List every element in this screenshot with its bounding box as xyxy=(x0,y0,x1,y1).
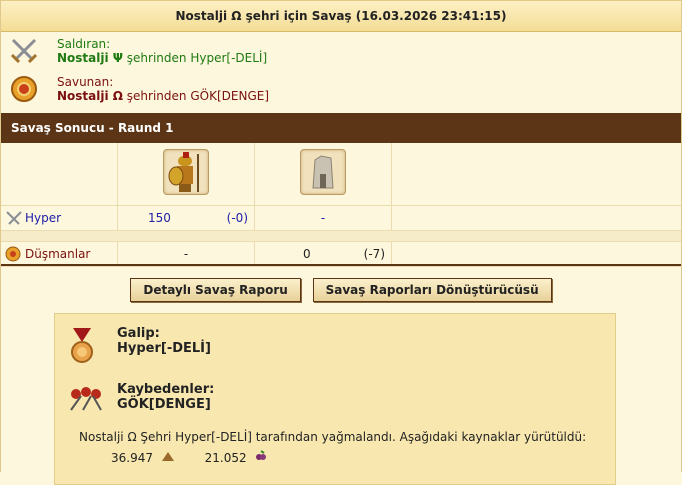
row-name[interactable]: Hyper xyxy=(25,211,61,225)
page-title: Nostalji Ω şehri için Savaş (16.03.2026 … xyxy=(1,0,681,32)
defender-city: Nostalji Ω xyxy=(57,89,123,103)
wood-icon xyxy=(161,452,174,461)
unit-count: - xyxy=(183,247,189,261)
defender-line: Nostalji Ω şehrinden GÖK[DENGE] xyxy=(57,89,681,103)
defender-label: Savunan: xyxy=(57,75,114,89)
losers-section: Kaybedenler: GÖK[DENGE] xyxy=(55,374,615,430)
report-converter-button[interactable]: Savaş Raporları Dönüştürücüsü xyxy=(312,278,552,302)
unit-count: 150 xyxy=(148,211,171,225)
wall-icon[interactable] xyxy=(300,149,346,195)
winner-label: Galip: xyxy=(117,326,160,341)
row-name: Düşmanlar xyxy=(25,247,91,261)
winner-section: Galip: Hyper[-DELİ] xyxy=(55,318,615,374)
battle-report: Nostalji Ω şehri için Savaş (16.03.2026 … xyxy=(0,0,682,485)
crossed-swords-icon xyxy=(10,38,38,64)
battle-summary: Galip: Hyper[-DELİ] Kaybedenler: GÖK[DEN… xyxy=(54,313,616,485)
loot-description: Nostalji Ω Şehri Hyper[-DELİ] tarafından… xyxy=(79,430,587,444)
unit-header-row xyxy=(1,143,681,206)
wine-icon xyxy=(256,450,267,460)
table-row: Hyper 150 (-0) - xyxy=(1,206,681,231)
unit-count: 0 xyxy=(303,247,311,261)
unit-loss: (-7) xyxy=(363,247,385,261)
detailed-report-button[interactable]: Detaylı Savaş Raporu xyxy=(130,278,301,302)
attacker-section: Saldıran: Nostalji Ψ şehrinden Hyper[-DE… xyxy=(1,32,681,70)
attacker-city: Nostalji Ψ xyxy=(57,51,123,65)
defender-mid: şehrinden xyxy=(122,89,191,103)
attacker-line: Nostalji Ψ şehrinden Hyper[-DELİ] xyxy=(57,51,681,65)
divider xyxy=(1,264,681,266)
loot-amount: 21.052 xyxy=(204,451,247,465)
attacker-mid: şehrinden xyxy=(122,51,191,65)
winner-name: Hyper[-DELİ] xyxy=(117,341,211,356)
unit-loss: (-0) xyxy=(226,211,248,225)
fallen-soldiers-icon xyxy=(70,387,102,411)
action-buttons: Detaylı Savaş Raporu Savaş Raporları Dön… xyxy=(1,278,681,302)
hoplite-icon[interactable] xyxy=(163,149,209,195)
losers-label: Kaybedenler: xyxy=(117,382,215,397)
shield-icon xyxy=(5,246,21,262)
attacker-player[interactable]: Hyper[-DELİ] xyxy=(190,51,267,65)
medal-icon xyxy=(71,328,93,363)
crossed-swords-icon xyxy=(6,211,22,225)
battle-table: Hyper 150 (-0) - Düşmanlar - 0 (-7) xyxy=(1,143,681,267)
defender-section: Savunan: Nostalji Ω şehrinden GÖK[DENGE] xyxy=(1,70,681,108)
shield-icon xyxy=(11,76,37,102)
losers-name: GÖK[DENGE] xyxy=(117,397,211,412)
unit-count: - xyxy=(320,211,326,225)
loot-list: 36.947 21.052 xyxy=(111,450,268,465)
defender-player[interactable]: GÖK[DENGE] xyxy=(190,89,269,103)
attacker-label: Saldıran: xyxy=(57,37,111,51)
result-header: Savaş Sonucu - Raund 1 xyxy=(1,113,681,143)
loot-amount: 36.947 xyxy=(111,451,153,465)
